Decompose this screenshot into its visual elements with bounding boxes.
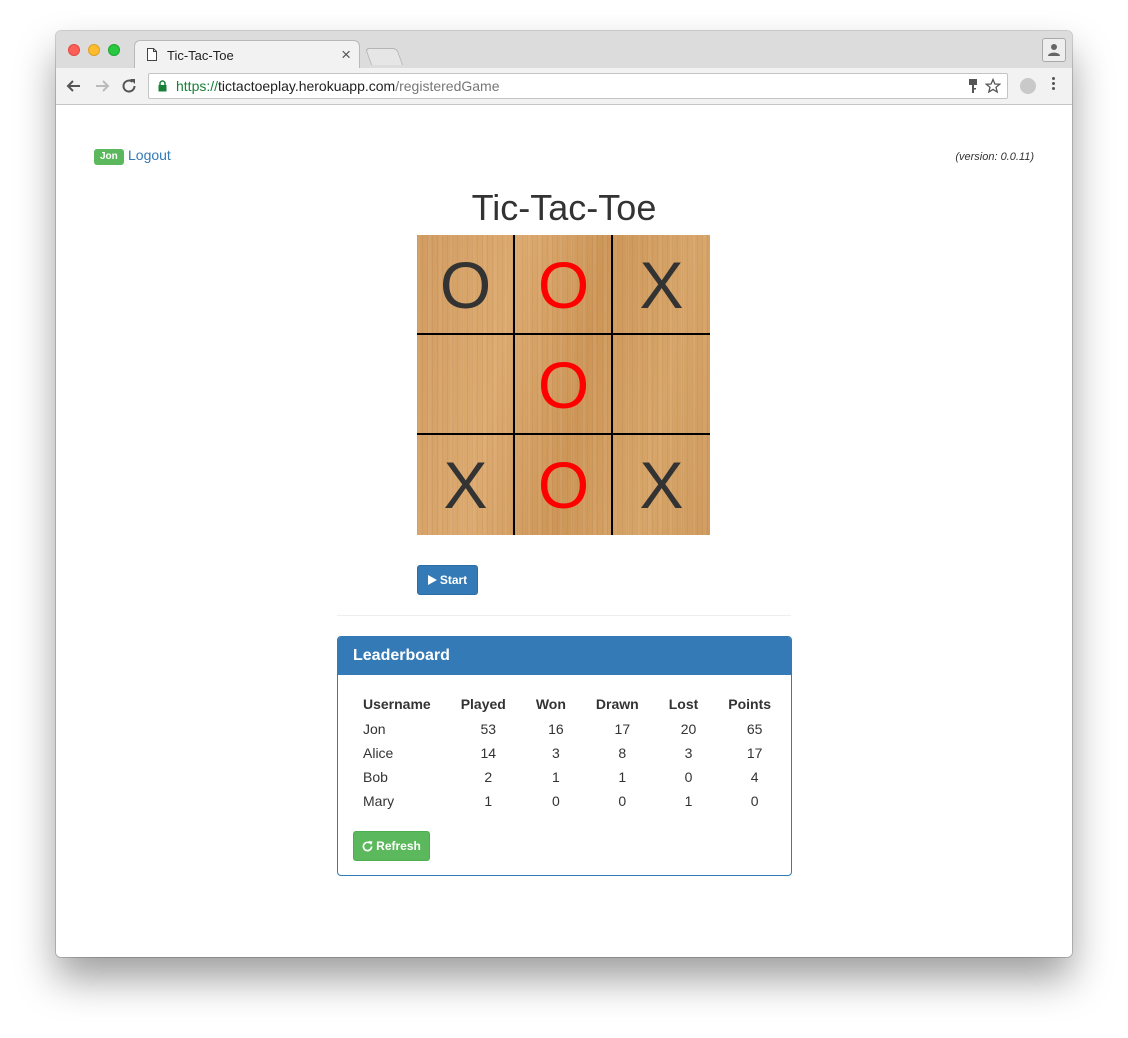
leaderboard-table: Username Played Won Drawn Lost Points Jo… — [353, 691, 791, 813]
browser-toolbar: https://tictactoeplay.herokuapp.com/regi… — [56, 68, 1072, 105]
table-cell: 0 — [551, 793, 560, 809]
play-icon — [427, 575, 437, 585]
person-icon — [1048, 44, 1060, 56]
url-host: tictactoeplay.herokuapp.com — [218, 78, 396, 94]
window-minimize-button[interactable] — [88, 44, 100, 56]
table-row: Jon 53 16 17 20 65 — [353, 717, 791, 741]
address-bar[interactable]: https://tictactoeplay.herokuapp.com/regi… — [148, 73, 1008, 99]
page-content: Jon Logout (version: 0.0.11) Tic-Tac-Toe… — [56, 105, 1072, 957]
key-icon[interactable] — [967, 78, 979, 94]
board-cell[interactable]: O — [417, 235, 514, 334]
column-header: Username — [363, 696, 431, 712]
column-header: Drawn — [595, 696, 639, 712]
table-cell: Jon — [363, 721, 386, 737]
table-cell: 1 — [484, 793, 493, 809]
table-cell: 17 — [746, 745, 763, 761]
back-arrow-icon[interactable] — [64, 76, 84, 96]
lock-icon — [158, 80, 167, 92]
game-board: O O X O X O X — [417, 235, 710, 535]
leaderboard-title: Leaderboard — [338, 637, 791, 675]
browser-window: Tic-Tac-Toe × https://tictactoeplay.hero… — [56, 31, 1072, 957]
table-cell: 14 — [480, 745, 497, 761]
column-header: Won — [535, 696, 566, 712]
logout-link[interactable]: Logout — [128, 147, 171, 163]
table-cell: 2 — [484, 769, 493, 785]
start-button-label: Start — [439, 573, 468, 587]
tab-title: Tic-Tac-Toe — [167, 48, 234, 63]
board-cell[interactable] — [417, 335, 514, 434]
page-title: Tic-Tac-Toe — [471, 187, 657, 228]
extension-icon[interactable] — [1020, 78, 1036, 94]
table-cell: 65 — [746, 721, 763, 737]
divider — [337, 615, 791, 616]
user-badge: Jon — [94, 149, 124, 165]
table-cell: 1 — [684, 793, 693, 809]
window-close-button[interactable] — [68, 44, 80, 56]
browser-tab[interactable]: Tic-Tac-Toe × — [134, 40, 360, 69]
board-cell[interactable] — [613, 335, 710, 434]
column-header: Played — [460, 696, 506, 712]
url-scheme: https:// — [176, 78, 219, 94]
url-path: /registeredGame — [395, 78, 500, 94]
table-cell: 3 — [684, 745, 693, 761]
browser-titlebar: Tic-Tac-Toe × — [56, 31, 1072, 69]
table-cell: 16 — [548, 721, 564, 737]
grid-line — [611, 235, 613, 535]
grid-line — [417, 433, 710, 435]
tab-close-icon[interactable]: × — [341, 45, 351, 65]
reload-icon[interactable] — [119, 76, 139, 96]
grid-line — [417, 333, 710, 335]
table-cell: 17 — [614, 721, 631, 737]
table-cell: 0 — [684, 769, 693, 785]
window-maximize-button[interactable] — [108, 44, 120, 56]
refresh-button-label: Refresh — [376, 839, 421, 853]
table-cell: 0 — [618, 793, 627, 809]
grid-line — [513, 235, 515, 535]
page-icon — [147, 48, 157, 61]
table-cell: 53 — [480, 721, 497, 737]
table-cell: Bob — [363, 769, 388, 785]
table-cell: 20 — [680, 721, 697, 737]
table-cell: 8 — [618, 745, 627, 761]
table-row: Bob 2 1 1 0 4 — [353, 765, 791, 789]
table-header-row: Username Played Won Drawn Lost Points — [353, 691, 791, 717]
column-header: Points — [728, 696, 772, 712]
leaderboard-panel: Leaderboard Username Played Won Drawn Lo… — [337, 636, 792, 876]
version-text: (version: 0.0.11) — [955, 151, 1034, 163]
refresh-button[interactable]: Refresh — [353, 831, 430, 861]
table-cell: 1 — [551, 769, 560, 785]
board-cell[interactable]: O — [515, 435, 612, 534]
start-button[interactable]: Start — [417, 565, 478, 595]
table-cell: 1 — [618, 769, 627, 785]
bookmark-star-icon[interactable] — [985, 78, 1001, 94]
forward-arrow-icon[interactable] — [92, 76, 112, 96]
table-cell: Mary — [363, 793, 395, 809]
board-cell[interactable]: X — [613, 435, 710, 534]
table-cell: 0 — [750, 793, 759, 809]
table-row: Mary 1 0 0 1 0 — [353, 789, 791, 813]
board-cell[interactable]: X — [417, 435, 514, 534]
url-text: https://tictactoeplay.herokuapp.com/regi… — [176, 78, 500, 94]
table-cell: 4 — [750, 769, 759, 785]
table-cell: 3 — [551, 745, 560, 761]
board-cell[interactable]: O — [515, 235, 612, 334]
column-header: Lost — [668, 696, 699, 712]
board-cell[interactable]: O — [515, 335, 612, 434]
board-cell[interactable]: X — [613, 235, 710, 334]
table-cell: Alice — [363, 745, 394, 761]
new-tab-button[interactable] — [364, 48, 404, 65]
refresh-icon — [362, 840, 373, 851]
table-row: Alice 14 3 8 3 17 — [353, 741, 791, 765]
profile-button[interactable] — [1042, 38, 1066, 62]
menu-dots-icon[interactable] — [1052, 77, 1056, 92]
